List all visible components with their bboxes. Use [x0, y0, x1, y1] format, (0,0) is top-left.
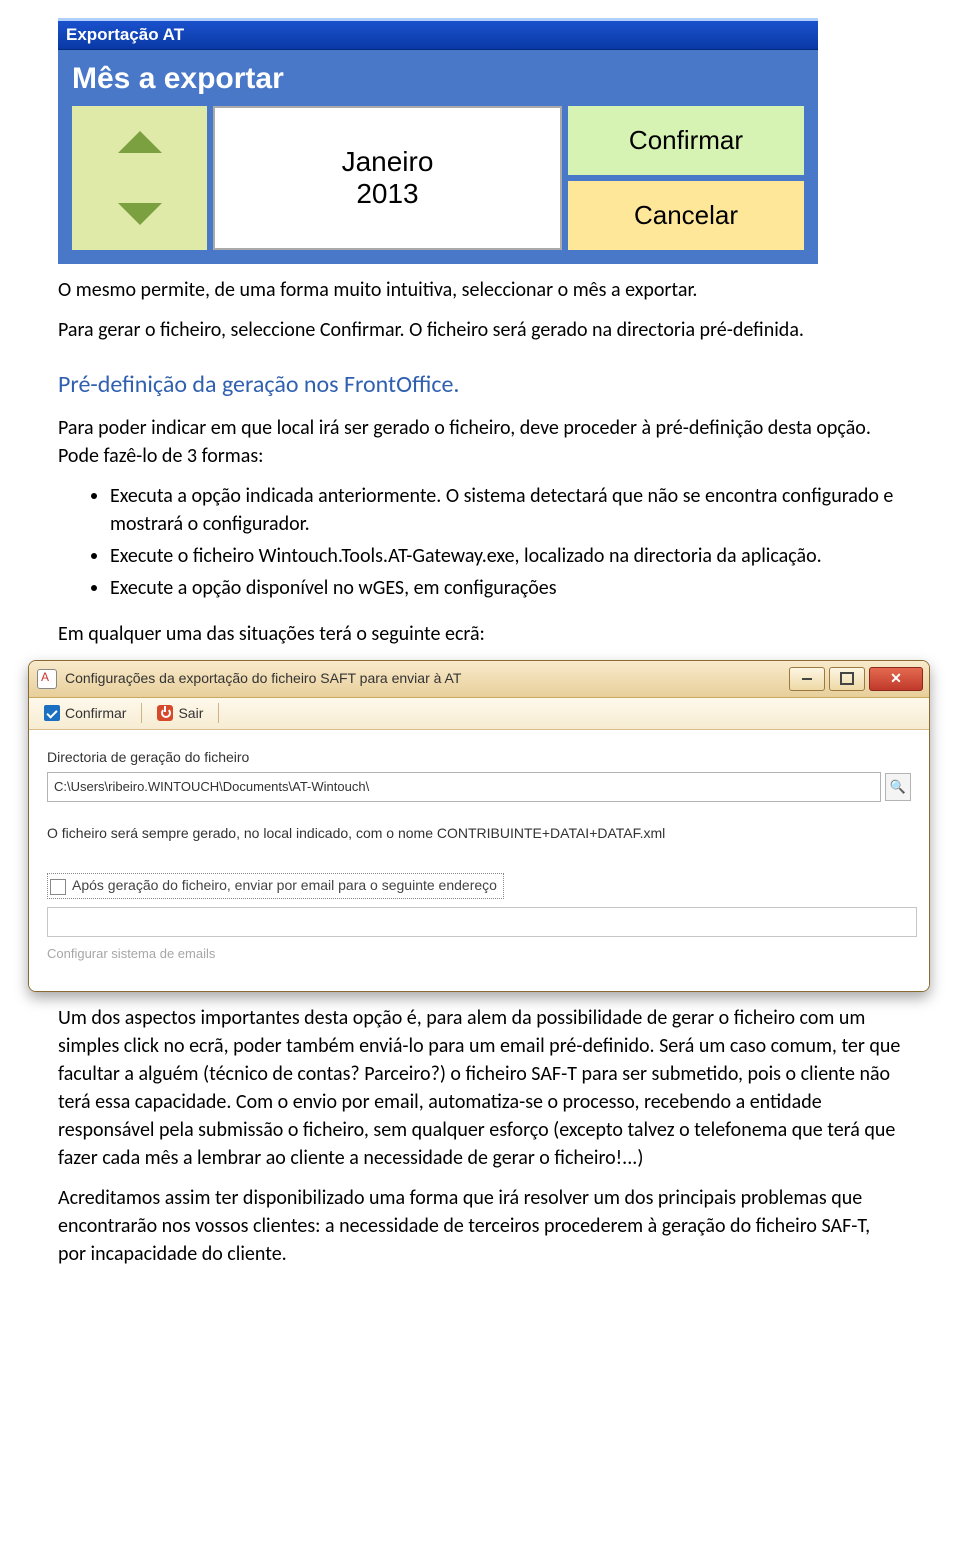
month-up-button[interactable]: [72, 106, 207, 178]
body-text: Para gerar o ficheiro, seleccione Confir…: [58, 316, 902, 344]
body-text: O mesmo permite, de uma forma muito intu…: [58, 276, 902, 304]
dialog-heading: Mês a exportar: [72, 62, 804, 96]
list-item: Execute o ficheiro Wintouch.Tools.AT-Gat…: [110, 542, 902, 570]
month-label: Janeiro: [342, 146, 434, 178]
toolbar-exit-label: Sair: [178, 704, 203, 724]
body-text: Para poder indicar em que local irá ser …: [58, 414, 902, 470]
toolbar-separator: [218, 703, 219, 723]
year-label: 2013: [356, 178, 418, 210]
list-item: Executa a opção indicada anteriormente. …: [110, 482, 902, 538]
window-titlebar: Configurações da exportação do ficheiro …: [29, 661, 929, 698]
maximize-button[interactable]: [829, 667, 865, 691]
directory-label: Directoria de geração do ficheiro: [47, 748, 911, 768]
config-window: Configurações da exportação do ficheiro …: [28, 660, 930, 993]
month-display: Janeiro 2013: [213, 106, 562, 250]
body-text: Um dos aspectos importantes desta opção …: [58, 1004, 902, 1172]
month-down-button[interactable]: [72, 178, 207, 250]
dialog-title: Exportação AT: [58, 21, 818, 50]
email-input[interactable]: [47, 907, 917, 937]
checkbox-icon: [50, 879, 66, 895]
app-icon: [37, 669, 57, 689]
chevron-up-icon: [118, 131, 162, 153]
body-text: Acreditamos assim ter disponibilizado um…: [58, 1184, 902, 1268]
search-icon: 🔍: [890, 778, 906, 796]
chevron-down-icon: [118, 203, 162, 225]
filename-note: O ficheiro será sempre gerado, no local …: [47, 824, 911, 844]
bullet-list: Executa a opção indicada anteriormente. …: [58, 482, 902, 602]
directory-input[interactable]: [47, 772, 881, 802]
confirm-button[interactable]: Confirmar: [568, 106, 804, 175]
month-stepper: [72, 106, 207, 250]
export-dialog: Exportação AT Mês a exportar Janeiro 201…: [58, 18, 818, 264]
minimize-icon: [802, 678, 812, 680]
body-text: Em qualquer uma das situações terá o seg…: [58, 620, 902, 648]
toolbar-confirm-button[interactable]: Confirmar: [35, 701, 135, 727]
email-checkbox-label: Após geração do ficheiro, enviar por ema…: [72, 877, 497, 893]
close-icon: ✕: [890, 670, 902, 687]
toolbar-separator: [141, 703, 142, 723]
minimize-button[interactable]: [789, 667, 825, 691]
browse-button[interactable]: 🔍: [885, 773, 911, 801]
window-title: Configurações da exportação do ficheiro …: [65, 669, 785, 689]
email-checkbox-row[interactable]: Após geração do ficheiro, enviar por ema…: [47, 873, 504, 899]
toolbar-exit-button[interactable]: Sair: [148, 701, 212, 727]
toolbar-confirm-label: Confirmar: [65, 704, 126, 724]
power-icon: [157, 705, 173, 721]
configure-email-link[interactable]: Configurar sistema de emails: [47, 945, 911, 963]
toolbar: Confirmar Sair: [29, 698, 929, 731]
close-button[interactable]: ✕: [869, 667, 923, 691]
list-item: Execute a opção disponível no wGES, em c…: [110, 574, 902, 602]
maximize-icon: [840, 672, 854, 685]
check-icon: [44, 705, 60, 721]
section-heading: Pré-definição da geração nos FrontOffice…: [58, 368, 902, 402]
cancel-button[interactable]: Cancelar: [568, 181, 804, 250]
